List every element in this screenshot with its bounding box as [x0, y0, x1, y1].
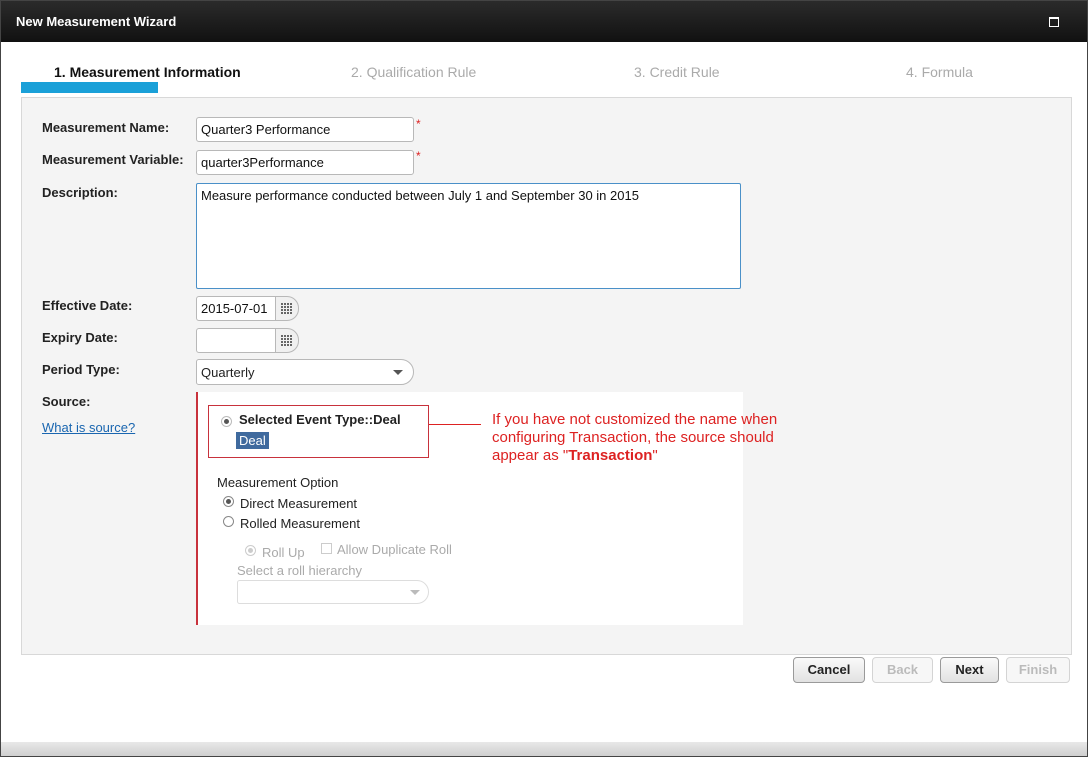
rolled-measurement-radio[interactable] — [223, 516, 234, 527]
description-textarea[interactable]: Measure performance conducted between Ju… — [196, 183, 741, 289]
measurement-variable-input[interactable]: quarter3Performance — [196, 150, 414, 175]
effective-date-calendar-button[interactable] — [275, 296, 299, 321]
step-credit-rule[interactable]: 3. Credit Rule — [634, 64, 720, 80]
period-type-value: Quarterly — [201, 365, 255, 380]
title-bar: New Measurement Wizard — [1, 1, 1087, 42]
effective-date-input[interactable]: 2015-07-01 — [196, 296, 276, 321]
annotation-suffix: " — [652, 447, 658, 464]
expiry-date-calendar-button[interactable] — [275, 328, 299, 353]
measurement-name-input[interactable]: Quarter3 Performance — [196, 117, 414, 142]
expiry-date-input[interactable] — [196, 328, 276, 353]
required-marker: * — [416, 117, 421, 131]
what-is-source-link[interactable]: What is source? — [42, 420, 135, 435]
next-button[interactable]: Next — [940, 657, 999, 683]
roll-hierarchy-select[interactable] — [237, 580, 429, 604]
description-label: Description: — [42, 185, 118, 200]
allow-duplicate-roll-checkbox[interactable] — [321, 543, 332, 554]
wizard-window: New Measurement Wizard 1. Measurement In… — [0, 0, 1088, 757]
direct-measurement-radio[interactable] — [223, 496, 234, 507]
annotation-prefix: appear as " — [492, 447, 569, 464]
annotation-line-2: configuring Transaction, the source shou… — [492, 429, 774, 446]
calendar-icon — [281, 335, 293, 346]
period-type-select[interactable]: Quarterly — [196, 359, 414, 385]
back-button[interactable]: Back — [872, 657, 933, 683]
cancel-button[interactable]: Cancel — [793, 657, 865, 683]
step-measurement-information[interactable]: 1. Measurement Information — [54, 64, 241, 80]
effective-date-label: Effective Date: — [42, 298, 133, 313]
allow-duplicate-roll-label: Allow Duplicate Roll — [337, 542, 452, 557]
status-bar — [1, 742, 1087, 756]
annotation-connector — [429, 424, 481, 425]
calendar-icon — [281, 303, 293, 314]
event-badge: Deal — [236, 432, 269, 449]
roll-up-label: Roll Up — [262, 545, 305, 560]
step-formula[interactable]: 4. Formula — [906, 64, 973, 80]
source-label: Source: — [42, 394, 91, 409]
required-marker: * — [416, 149, 421, 163]
chevron-down-icon — [393, 370, 403, 375]
direct-measurement-label: Direct Measurement — [240, 496, 358, 511]
window-title: New Measurement Wizard — [16, 14, 177, 29]
event-type-radio[interactable] — [221, 416, 232, 427]
rolled-measurement-label: Rolled Measurement — [240, 516, 360, 531]
selected-event-type: Selected Event Type::Deal — [239, 412, 401, 427]
wizard-steps: 1. Measurement Information 2. Qualificat… — [1, 42, 1087, 97]
chevron-down-icon — [410, 590, 420, 595]
measurement-option-label: Measurement Option — [217, 475, 339, 490]
measurement-variable-label: Measurement Variable: — [42, 152, 184, 167]
step-qualification-rule[interactable]: 2. Qualification Rule — [351, 64, 476, 80]
active-step-indicator — [21, 82, 158, 93]
annotation-emphasis: Transaction — [568, 447, 653, 464]
annotation-callout: If you have not customized the name when… — [492, 411, 812, 465]
annotation-line-3: appear as "Transaction" — [492, 447, 812, 465]
period-type-label: Period Type: — [42, 362, 120, 377]
roll-up-radio[interactable] — [245, 545, 256, 556]
maximize-icon[interactable] — [1049, 17, 1059, 27]
measurement-name-label: Measurement Name: — [42, 120, 170, 135]
roll-hierarchy-label: Select a roll hierarchy — [237, 563, 362, 578]
expiry-date-label: Expiry Date: — [42, 330, 118, 345]
annotation-line-1: If you have not customized the name when — [492, 411, 778, 428]
finish-button[interactable]: Finish — [1006, 657, 1070, 683]
